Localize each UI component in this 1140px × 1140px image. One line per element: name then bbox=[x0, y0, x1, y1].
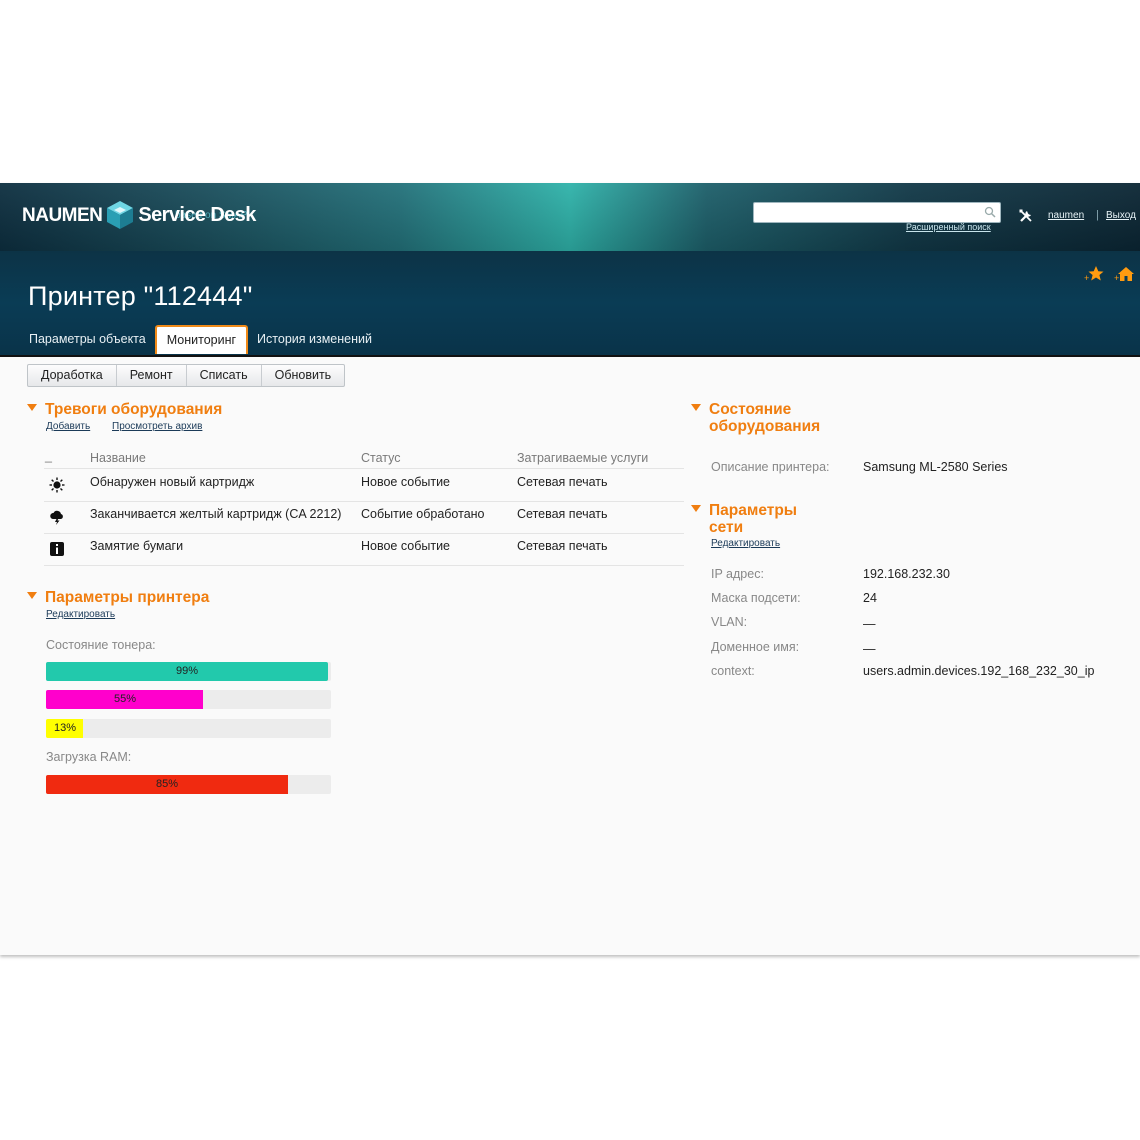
column-name-header[interactable]: Название bbox=[90, 451, 146, 465]
collapse-triangle-icon[interactable] bbox=[27, 404, 37, 412]
alarm-name[interactable]: Обнаружен новый картридж bbox=[90, 475, 254, 489]
sun-icon bbox=[49, 477, 65, 493]
subnet-mask-value: 24 bbox=[863, 591, 877, 605]
logout-link[interactable]: Выход bbox=[1106, 210, 1136, 221]
tools-icon[interactable] bbox=[1018, 208, 1034, 224]
ram-bar-label: 85% bbox=[156, 778, 179, 790]
advanced-search-link[interactable]: Расширенный поиск bbox=[906, 222, 991, 232]
topbar-separator: | bbox=[1096, 209, 1099, 221]
context-label: context: bbox=[711, 664, 755, 678]
alarm-name[interactable]: Замятие бумаги bbox=[90, 539, 183, 553]
equipment-state-section-title[interactable]: Состояние оборудования bbox=[691, 401, 820, 435]
alarm-service[interactable]: Сетевая печать bbox=[517, 475, 608, 489]
state-title-line1: Состояние bbox=[709, 401, 792, 418]
view-archive-link[interactable]: Просмотреть архив bbox=[112, 421, 202, 432]
toner-state-label: Состояние тонера: bbox=[46, 638, 156, 652]
tab-bar: Параметры объекта Мониторинг История изм… bbox=[22, 323, 381, 354]
ram-load-label: Загрузка RAM: bbox=[46, 750, 132, 764]
edit-network-params-link[interactable]: Редактировать bbox=[711, 538, 780, 549]
svg-text:+: + bbox=[1084, 273, 1089, 283]
toner-bar: 55% bbox=[46, 690, 331, 709]
printer-params-section-title[interactable]: Параметры принтера bbox=[27, 589, 209, 606]
toner-bar: 13% bbox=[46, 719, 331, 738]
column-status-header[interactable]: Статус bbox=[361, 451, 401, 465]
page-header: Принтер "112444" + + Параметры объекта М… bbox=[0, 251, 1140, 357]
state-title-line2: оборудования bbox=[709, 418, 821, 435]
network-title-line1: Параметры bbox=[709, 502, 798, 519]
svg-text:+: + bbox=[1114, 273, 1119, 283]
ram-bar: 85% bbox=[46, 775, 331, 794]
logo[interactable]: NAUMEN Service Desk bbox=[22, 199, 256, 239]
tab-monitoring[interactable]: Мониторинг bbox=[154, 325, 249, 354]
table-row[interactable]: Заканчивается желтый картридж (CA 2212) … bbox=[44, 501, 684, 534]
storm-icon bbox=[50, 510, 63, 525]
column-services-header[interactable]: Затрагиваемые услуги bbox=[517, 451, 648, 465]
domain-name-label: Доменное имя: bbox=[711, 640, 800, 654]
table-row[interactable]: Замятие бумаги Новое событие Сетевая печ… bbox=[44, 533, 684, 566]
search-input[interactable] bbox=[754, 203, 982, 220]
column-marker-header[interactable]: _ bbox=[45, 449, 52, 463]
toner-bar-label: 55% bbox=[114, 693, 137, 705]
context-value: users.admin.devices.192_168_232_30_ip bbox=[863, 664, 1095, 678]
search-box bbox=[753, 202, 1001, 223]
network-title-line2: сети bbox=[709, 519, 744, 536]
collapse-triangle-icon[interactable] bbox=[691, 404, 701, 412]
table-row[interactable]: Обнаружен новый картридж Новое событие С… bbox=[44, 469, 684, 502]
refresh-button[interactable]: Обновить bbox=[262, 365, 345, 386]
alarm-status: Событие обработано bbox=[361, 507, 485, 521]
collapse-triangle-icon[interactable] bbox=[27, 592, 37, 600]
subnet-mask-label: Маска подсети: bbox=[711, 591, 801, 605]
tab-object-params[interactable]: Параметры объекта bbox=[22, 326, 153, 352]
add-alarm-link[interactable]: Добавить bbox=[46, 421, 90, 432]
page-title: Принтер "112444" bbox=[28, 281, 253, 311]
toner-bar: 99% bbox=[46, 662, 331, 681]
add-home-icon[interactable]: + bbox=[1114, 265, 1134, 283]
printer-description-value: Samsung ML-2580 Series bbox=[863, 460, 1008, 474]
alarms-title-text: Тревоги оборудования bbox=[45, 401, 223, 418]
vlan-value: — bbox=[863, 617, 876, 631]
app-window: NAUMEN Service Desk based on SMAP Расшир… bbox=[0, 183, 1140, 955]
rework-button[interactable]: Доработка bbox=[28, 365, 117, 386]
user-link[interactable]: naumen bbox=[1048, 210, 1084, 221]
printer-params-title-text: Параметры принтера bbox=[45, 589, 210, 606]
logo-service-desk-text: Service Desk bbox=[138, 204, 256, 226]
write-off-button[interactable]: Списать bbox=[187, 365, 262, 386]
search-icon[interactable] bbox=[984, 206, 996, 218]
network-params-section-title[interactable]: Параметры сети bbox=[691, 502, 797, 536]
alarm-service[interactable]: Сетевая печать bbox=[517, 507, 608, 521]
alarm-service[interactable]: Сетевая печать bbox=[517, 539, 608, 553]
collapse-triangle-icon[interactable] bbox=[691, 505, 701, 513]
add-favorite-icon[interactable]: + bbox=[1084, 265, 1104, 283]
toner-bar-label: 13% bbox=[54, 722, 77, 734]
alarm-name[interactable]: Заканчивается желтый картридж (CA 2212) bbox=[90, 507, 341, 521]
toner-bar-label: 99% bbox=[176, 665, 199, 677]
top-bar: NAUMEN Service Desk based on SMAP Расшир… bbox=[0, 183, 1140, 251]
alarms-section-title[interactable]: Тревоги оборудования bbox=[27, 401, 222, 418]
printer-description-label: Описание принтера: bbox=[711, 460, 830, 474]
alarm-status: Новое событие bbox=[361, 539, 451, 553]
logo-cube-icon bbox=[107, 201, 134, 229]
info-icon bbox=[50, 542, 64, 556]
repair-button[interactable]: Ремонт bbox=[117, 365, 187, 386]
edit-printer-params-link[interactable]: Редактировать bbox=[46, 609, 115, 620]
domain-name-value: — bbox=[863, 642, 876, 656]
logo-naumen-text: NAUMEN bbox=[22, 205, 103, 226]
alarm-status: Новое событие bbox=[361, 475, 451, 489]
tab-history[interactable]: История изменений bbox=[250, 326, 379, 352]
ip-address-label: IP адрес: bbox=[711, 567, 764, 581]
action-toolbar: Доработка Ремонт Списать Обновить bbox=[27, 364, 346, 387]
vlan-label: VLAN: bbox=[711, 615, 748, 629]
ip-address-value: 192.168.232.30 bbox=[863, 567, 950, 581]
